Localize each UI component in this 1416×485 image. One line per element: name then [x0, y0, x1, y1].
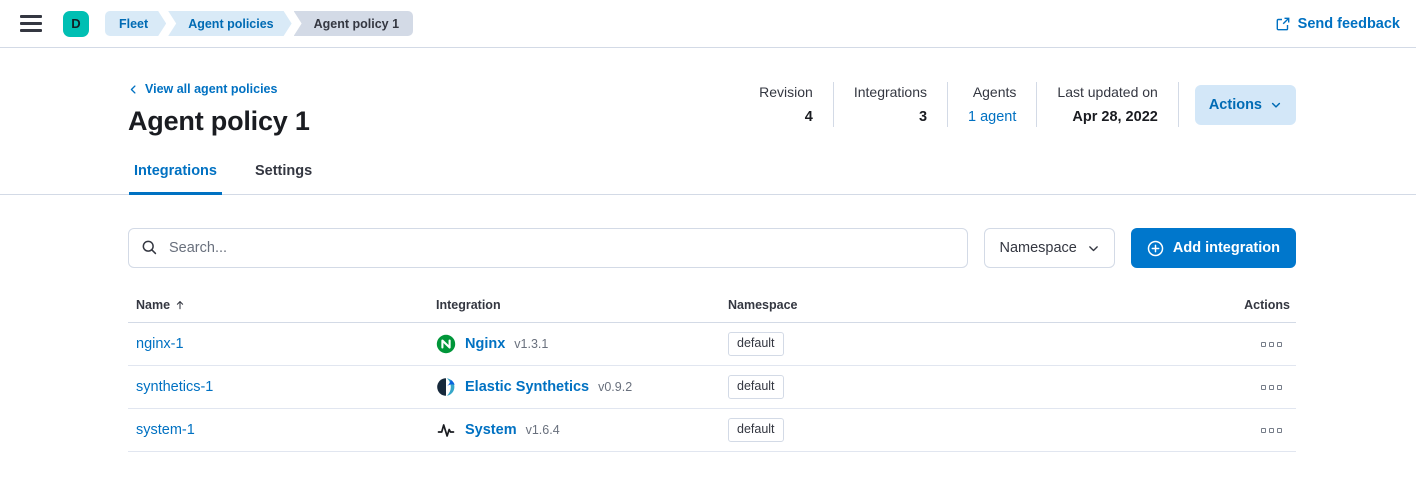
policy-header: View all agent policies Agent policy 1 R…	[128, 82, 1296, 137]
table-row: system-1 System v1.6.4 default	[128, 409, 1296, 452]
boxes-horizontal-icon[interactable]	[1257, 424, 1286, 437]
breadcrumb-fleet[interactable]: Fleet	[105, 11, 166, 36]
stat-agents-label: Agents	[972, 84, 1017, 100]
stat-revision-label: Revision	[759, 84, 813, 100]
column-header-namespace: Namespace	[728, 298, 798, 312]
stat-agents-value-link[interactable]: 1 agent	[968, 109, 1016, 125]
stat-agents: Agents 1 agent	[948, 82, 1038, 127]
plus-circle-icon	[1147, 240, 1164, 257]
stat-last-updated-value: Apr 28, 2022	[1072, 109, 1158, 125]
search-icon	[141, 239, 158, 256]
policy-header-left: View all agent policies Agent policy 1	[128, 82, 310, 137]
chevron-left-icon	[128, 84, 139, 95]
chevron-down-icon	[1270, 99, 1282, 111]
stat-integrations-value: 3	[918, 109, 928, 125]
sort-up-icon	[174, 299, 186, 311]
integration-version: v1.3.1	[514, 337, 549, 351]
integrations-toolbar: Namespace Add integration	[128, 228, 1296, 268]
stat-revision-value: 4	[804, 109, 813, 125]
namespace-badge: default	[728, 374, 784, 400]
tab-settings[interactable]: Settings	[250, 161, 317, 195]
boxes-horizontal-icon[interactable]	[1257, 338, 1286, 351]
breadcrumb-agent-policies[interactable]: Agent policies	[168, 11, 291, 36]
stat-revision: Revision 4	[739, 82, 834, 127]
table-row: synthetics-1 Elastic Synthetics v0.9.2 d…	[128, 366, 1296, 409]
hamburger-menu-icon[interactable]	[16, 8, 48, 40]
integration-link[interactable]: Nginx	[465, 336, 505, 352]
column-header-name-label: Name	[136, 298, 171, 312]
actions-button-label: Actions	[1208, 96, 1262, 113]
system-logo-icon	[436, 420, 456, 440]
table-row: nginx-1 Nginx v1.3.1 default	[128, 323, 1296, 366]
stat-integrations-label: Integrations	[853, 84, 928, 100]
column-header-integration: Integration	[436, 298, 501, 312]
view-all-policies-link[interactable]: View all agent policies	[128, 82, 310, 96]
policy-stats: Revision 4 Integrations 3 Agents 1 agent…	[739, 82, 1179, 127]
table-header-row: Name Integration Namespace Actions	[128, 292, 1296, 323]
policy-name-link[interactable]: nginx-1	[136, 336, 184, 352]
column-header-actions: Actions	[1244, 298, 1290, 312]
namespace-filter-button[interactable]: Namespace	[984, 228, 1115, 268]
nginx-logo-icon	[436, 334, 456, 354]
namespace-badge: default	[728, 331, 784, 357]
add-integration-button[interactable]: Add integration	[1130, 228, 1296, 268]
stat-integrations: Integrations 3	[834, 82, 949, 127]
policy-tabs: Integrations Settings	[0, 161, 1416, 195]
actions-button[interactable]: Actions	[1194, 84, 1296, 125]
policy-name-link[interactable]: synthetics-1	[136, 379, 213, 395]
breadcrumb: Fleet Agent policies Agent policy 1	[105, 11, 414, 36]
add-integration-label: Add integration	[1172, 240, 1280, 256]
policy-name-link[interactable]: system-1	[136, 422, 195, 438]
search-box	[128, 228, 969, 268]
view-all-policies-label: View all agent policies	[145, 82, 278, 96]
stat-last-updated-label: Last updated on	[1057, 84, 1158, 100]
integration-version: v1.6.4	[525, 423, 560, 437]
send-feedback-label: Send feedback	[1297, 15, 1400, 32]
popout-icon	[1275, 16, 1291, 32]
top-navigation-bar: D Fleet Agent policies Agent policy 1 Se…	[0, 0, 1416, 48]
namespace-filter-label: Namespace	[999, 240, 1077, 256]
breadcrumb-agent-policy-1: Agent policy 1	[293, 11, 414, 36]
policy-header-right: Revision 4 Integrations 3 Agents 1 agent…	[739, 82, 1296, 127]
integrations-table: Name Integration Namespace Actions nginx…	[128, 292, 1296, 452]
column-header-name[interactable]: Name	[128, 298, 428, 312]
stat-last-updated: Last updated on Apr 28, 2022	[1037, 82, 1179, 127]
namespace-badge: default	[728, 417, 784, 443]
boxes-horizontal-icon[interactable]	[1257, 381, 1286, 394]
avatar[interactable]: D	[63, 10, 89, 37]
elastic-synthetics-logo-icon	[436, 377, 456, 397]
page-title: Agent policy 1	[128, 106, 310, 136]
chevron-down-icon	[1087, 242, 1100, 255]
search-input[interactable]	[128, 228, 969, 268]
integration-link[interactable]: Elastic Synthetics	[465, 379, 589, 395]
integration-link[interactable]: System	[465, 422, 517, 438]
integration-version: v0.9.2	[598, 380, 633, 394]
tab-integrations[interactable]: Integrations	[129, 161, 222, 195]
send-feedback-link[interactable]: Send feedback	[1275, 16, 1400, 32]
